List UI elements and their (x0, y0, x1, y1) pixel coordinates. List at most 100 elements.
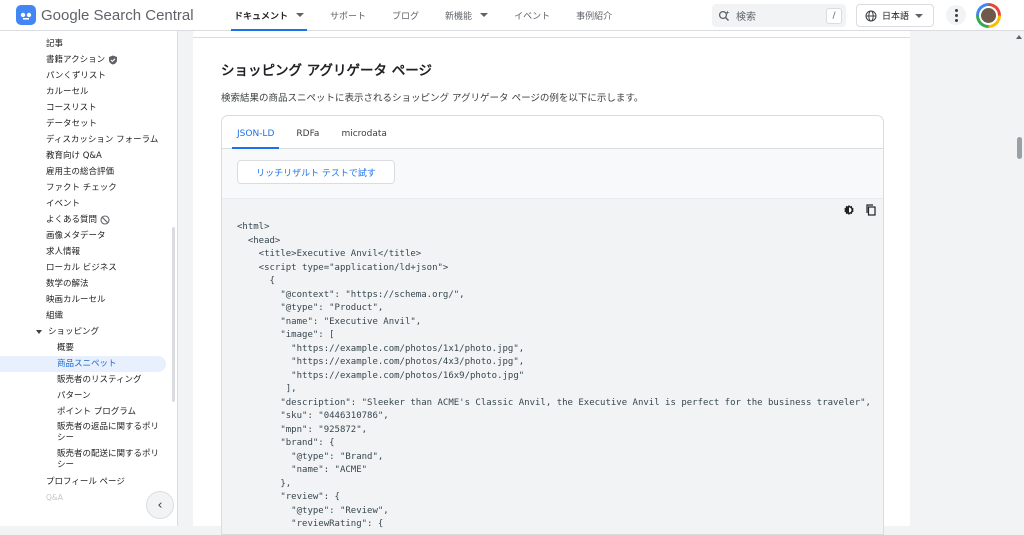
sidebar-item-label: 販売者のリスティング (57, 375, 142, 385)
sidebar-item-10[interactable]: イベント (0, 196, 177, 212)
more-options-button[interactable] (946, 5, 966, 25)
expand-arrow-icon[interactable] (36, 330, 42, 334)
verified-badge-icon (109, 55, 118, 65)
sidebar-item-label: Q&A (46, 493, 63, 502)
sidebar-item-5[interactable]: データセット (0, 116, 177, 132)
sidebar-item-25[interactable]: 販売者の配送に関するポリシー (0, 447, 165, 474)
tab-json-ld[interactable]: JSON-LD (226, 129, 285, 149)
nav-item-label: ドキュメント (234, 11, 289, 22)
sidebar-item-label: プロフィール ページ (46, 477, 125, 487)
sidebar-nav-list: 記事書籍アクション パンくずリスト カルーセルコースリスト データセットディスカッショ… (0, 31, 177, 506)
dark-mode-toggle-icon[interactable] (843, 204, 855, 216)
code-toolbar: リッチリザルト テストで試す (222, 149, 883, 198)
globe-icon (865, 10, 877, 21)
sidebar-item-8[interactable]: 雇用主の総合評価 (0, 164, 177, 180)
code-block: <html> <head> <title>Executive Anvil</ti… (222, 198, 883, 534)
section-heading: ショッピング アグリゲータ ページ (221, 63, 432, 79)
sidebar-item-4[interactable]: コースリスト (0, 100, 177, 116)
sidebar-item-label: 概要 (57, 343, 75, 353)
sidebar-item-24[interactable]: 販売者の返品に関するポリシー (0, 420, 165, 447)
nav-item-3[interactable]: 新機能 (432, 0, 501, 31)
sidebar-item-label: 記事 (46, 39, 64, 49)
sidebar-item-label: 販売者の返品に関するポリシー (57, 422, 160, 443)
page-scrollbar[interactable] (1014, 31, 1024, 526)
sidebar-item-label: コースリスト (46, 103, 97, 113)
sidebar-item-18[interactable]: ショッピング (0, 324, 177, 340)
sidebar-item-label: ポイント プログラム (57, 407, 136, 417)
sidebar-item-label: 求人情報 (46, 247, 81, 257)
sidebar-item-2[interactable]: パンくずリスト (0, 68, 177, 84)
rich-results-test-button[interactable]: リッチリザルト テストで試す (237, 160, 395, 184)
nav-item-0[interactable]: ドキュメント (221, 0, 317, 31)
sidebar-item-label: ディスカッション フォーラム (46, 135, 159, 145)
nav-item-label: 新機能 (445, 11, 473, 22)
sidebar-item-label: ファクト チェック (46, 183, 117, 193)
sidebar-item-9[interactable]: ファクト チェック (0, 180, 177, 196)
sidebar-item-6[interactable]: ディスカッション フォーラム (0, 132, 177, 148)
account-avatar[interactable] (976, 3, 1001, 28)
search-central-logo-icon (16, 5, 36, 25)
sidebar-item-label: 販売者の配送に関するポリシー (57, 449, 160, 470)
sidebar-item-15[interactable]: 数学の解法 (0, 276, 177, 292)
sidebar-item-12[interactable]: 画像メタデータ (0, 228, 177, 244)
sidebar-item-21[interactable]: 販売者のリスティング (0, 372, 177, 388)
sidebar-item-label: 映画カルーセル (46, 295, 106, 305)
sidebar-item-label: 書籍アクション (46, 55, 106, 65)
sidebar-item-26[interactable]: プロフィール ページ (0, 474, 177, 490)
sidebar-item-11[interactable]: よくある質問 (0, 212, 177, 228)
chevron-down-icon (296, 13, 305, 17)
sidebar-item-label: 雇用主の総合評価 (46, 167, 115, 177)
search-spark-icon (718, 10, 730, 21)
nav-item-label: イベント (514, 11, 551, 22)
sidebar-item-1[interactable]: 書籍アクション (0, 52, 177, 68)
language-label: 日本語 (882, 12, 910, 22)
divider (193, 37, 910, 38)
language-selector[interactable]: 日本語 (856, 4, 934, 27)
sidebar-item-label: 商品スニペット (57, 359, 117, 369)
sidebar-item-label: よくある質問 (46, 215, 98, 225)
tab-rdfa[interactable]: RDFa (285, 129, 330, 148)
scroll-thumb[interactable] (1017, 137, 1022, 159)
main-content: ショッピング アグリゲータ ページ 検索結果の商品スニペットに表示されるショッピ… (193, 31, 910, 535)
chevron-left-icon: ‹ (157, 497, 163, 513)
code-content: <html> <head> <title>Executive Anvil</ti… (237, 222, 871, 529)
sidebar-item-19[interactable]: 概要 (0, 340, 177, 356)
nav-item-label: サポート (330, 11, 367, 22)
sidebar-item-23[interactable]: ポイント プログラム (0, 404, 177, 420)
sidebar-item-7[interactable]: 教育向け Q&A (0, 148, 177, 164)
chevron-down-icon (915, 13, 924, 18)
nav-item-4[interactable]: イベント (501, 0, 563, 31)
sidebar-item-label: 組織 (46, 311, 64, 321)
sidebar-item-label: 教育向け Q&A (46, 151, 102, 161)
nav-item-1[interactable]: サポート (317, 0, 379, 31)
sidebar-item-20[interactable]: 商品スニペット (0, 356, 166, 372)
site-logo[interactable]: Google Search Central (16, 5, 221, 25)
search-shortcut-key: / (826, 7, 842, 24)
nav-item-5[interactable]: 事例紹介 (563, 0, 625, 31)
nav-item-label: ブログ (392, 11, 420, 22)
sidebar-item-0[interactable]: 記事 (0, 36, 177, 52)
collapse-sidebar-button[interactable]: ‹ (146, 491, 174, 519)
sidebar-item-16[interactable]: 映画カルーセル (0, 292, 177, 308)
chevron-down-icon (480, 13, 489, 17)
sidebar-item-13[interactable]: 求人情報 (0, 244, 177, 260)
sidebar-item-3[interactable]: カルーセル (0, 84, 177, 100)
tab-microdata[interactable]: microdata (330, 129, 398, 148)
sidebar-item-22[interactable]: パターン (0, 388, 177, 404)
copy-icon[interactable] (865, 204, 877, 216)
sidebar-item-17[interactable]: 組織 (0, 308, 177, 324)
code-example-panel: JSON-LD RDFa microdata リッチリザルト テストで試す <htm… (221, 115, 884, 535)
search-box[interactable]: 検索 / (712, 4, 846, 27)
main-nav: ドキュメント サポート ブログ 新機能 イベント 事例紹介 (221, 0, 625, 31)
nav-item-label: 事例紹介 (576, 11, 613, 22)
sidebar-item-label: イベント (46, 199, 81, 209)
sidebar-item-label: データセット (46, 119, 98, 129)
sidebar-item-label: パンくずリスト (46, 71, 106, 81)
search-input[interactable]: 検索 (736, 8, 826, 23)
sidebar-scrollbar[interactable] (172, 227, 175, 402)
sidebar-item-label: カルーセル (46, 87, 89, 97)
sidebar-item-14[interactable]: ローカル ビジネス (0, 260, 177, 276)
prohibited-icon (100, 215, 110, 225)
scroll-up-arrow-icon[interactable] (1016, 35, 1022, 39)
nav-item-2[interactable]: ブログ (379, 0, 432, 31)
